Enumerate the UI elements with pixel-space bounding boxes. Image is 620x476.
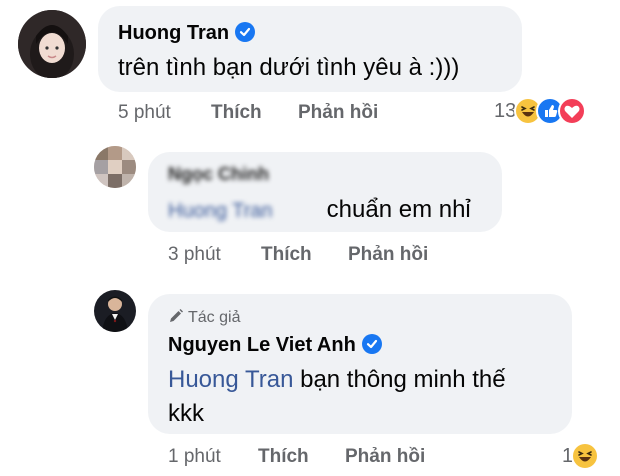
- comment-actions: 5 phút Thích Phản hồi: [118, 102, 418, 126]
- reply-button[interactable]: Phản hồi: [298, 102, 378, 124]
- comment-actions: 3 phút Thích Phản hồi: [168, 244, 468, 268]
- reply-button[interactable]: Phản hồi: [348, 244, 428, 266]
- comment-text: trên tình bạn dưới tình yêu à :))): [118, 54, 460, 81]
- haha-icon: [571, 442, 600, 470]
- comment-author[interactable]: Nguyen Le Viet Anh: [168, 334, 382, 357]
- reaction-count: 13: [494, 99, 517, 122]
- love-icon: [558, 97, 587, 125]
- comment-text: Huong Tran chuẩn em nhỉ: [168, 196, 471, 224]
- comment-text: Huong Tran bạn thông minh thế: [168, 366, 506, 394]
- comment-body: bạn thông minh thế: [300, 366, 506, 393]
- reply-button[interactable]: Phản hồi: [345, 446, 425, 468]
- comment-time[interactable]: 3 phút: [168, 244, 221, 266]
- comment-actions: 1 phút Thích Phản hồi: [168, 446, 468, 470]
- comment-author[interactable]: Huong Tran: [118, 22, 256, 45]
- verified-badge-icon: [235, 22, 256, 42]
- mention-link[interactable]: Huong Tran: [168, 366, 293, 393]
- verified-badge-icon: [361, 334, 382, 354]
- author-tag: Tác giả: [168, 308, 240, 329]
- like-button[interactable]: Thích: [258, 446, 309, 468]
- author-name[interactable]: Nguyen Le Viet Anh: [168, 334, 356, 356]
- comment-author[interactable]: Ngọc Chinh: [168, 164, 269, 185]
- like-button[interactable]: Thích: [261, 244, 312, 266]
- pencil-icon: [168, 308, 184, 329]
- like-button[interactable]: Thích: [211, 102, 262, 124]
- mention-link[interactable]: Huong Tran: [168, 200, 316, 223]
- avatar[interactable]: [18, 10, 86, 78]
- avatar[interactable]: [94, 146, 136, 188]
- comment-time[interactable]: 5 phút: [118, 102, 171, 124]
- comment-time[interactable]: 1 phút: [168, 446, 221, 468]
- avatar[interactable]: [94, 290, 136, 332]
- comment-body: chuẩn em nhỉ: [326, 196, 471, 223]
- reactions-summary[interactable]: 13: [494, 97, 587, 125]
- reactions-summary[interactable]: 1: [562, 442, 600, 470]
- comment-text-line2: kkk: [168, 400, 204, 427]
- author-tag-label: Tác giả: [188, 309, 241, 326]
- author-name[interactable]: Huong Tran: [118, 22, 229, 44]
